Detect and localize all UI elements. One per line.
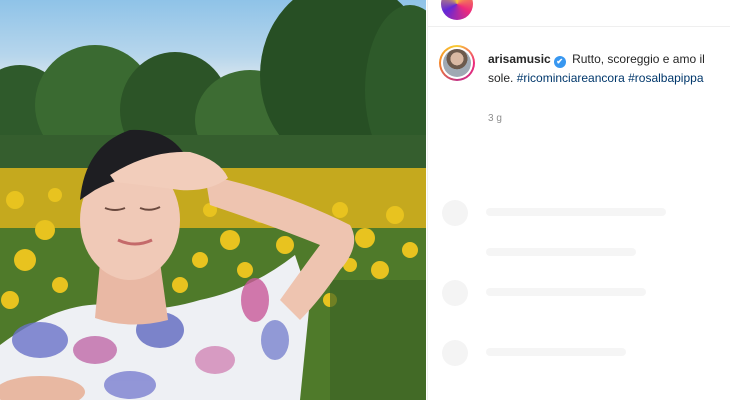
post-caption: arisamusic ✔ Rutto, scoreggio e amo il so… xyxy=(488,50,720,88)
hashtag-link[interactable]: #ricominciareancora xyxy=(517,71,625,85)
trees xyxy=(0,0,426,175)
username-link[interactable]: arisamusic xyxy=(488,52,551,66)
post-time[interactable]: 3 g xyxy=(488,113,502,124)
verified-badge-icon: ✔ xyxy=(553,56,566,68)
post-side-panel: arisamusic ✔ Rutto, scoreggio e amo il so… xyxy=(427,0,730,400)
caption-avatar[interactable] xyxy=(439,45,475,81)
hashtag-link[interactable]: #rosalbapippa xyxy=(628,71,703,85)
photo-illustration xyxy=(0,0,426,400)
header-avatar[interactable] xyxy=(441,0,473,20)
avatar xyxy=(443,49,471,77)
post-header xyxy=(428,0,730,27)
post-photo[interactable] xyxy=(0,0,426,400)
